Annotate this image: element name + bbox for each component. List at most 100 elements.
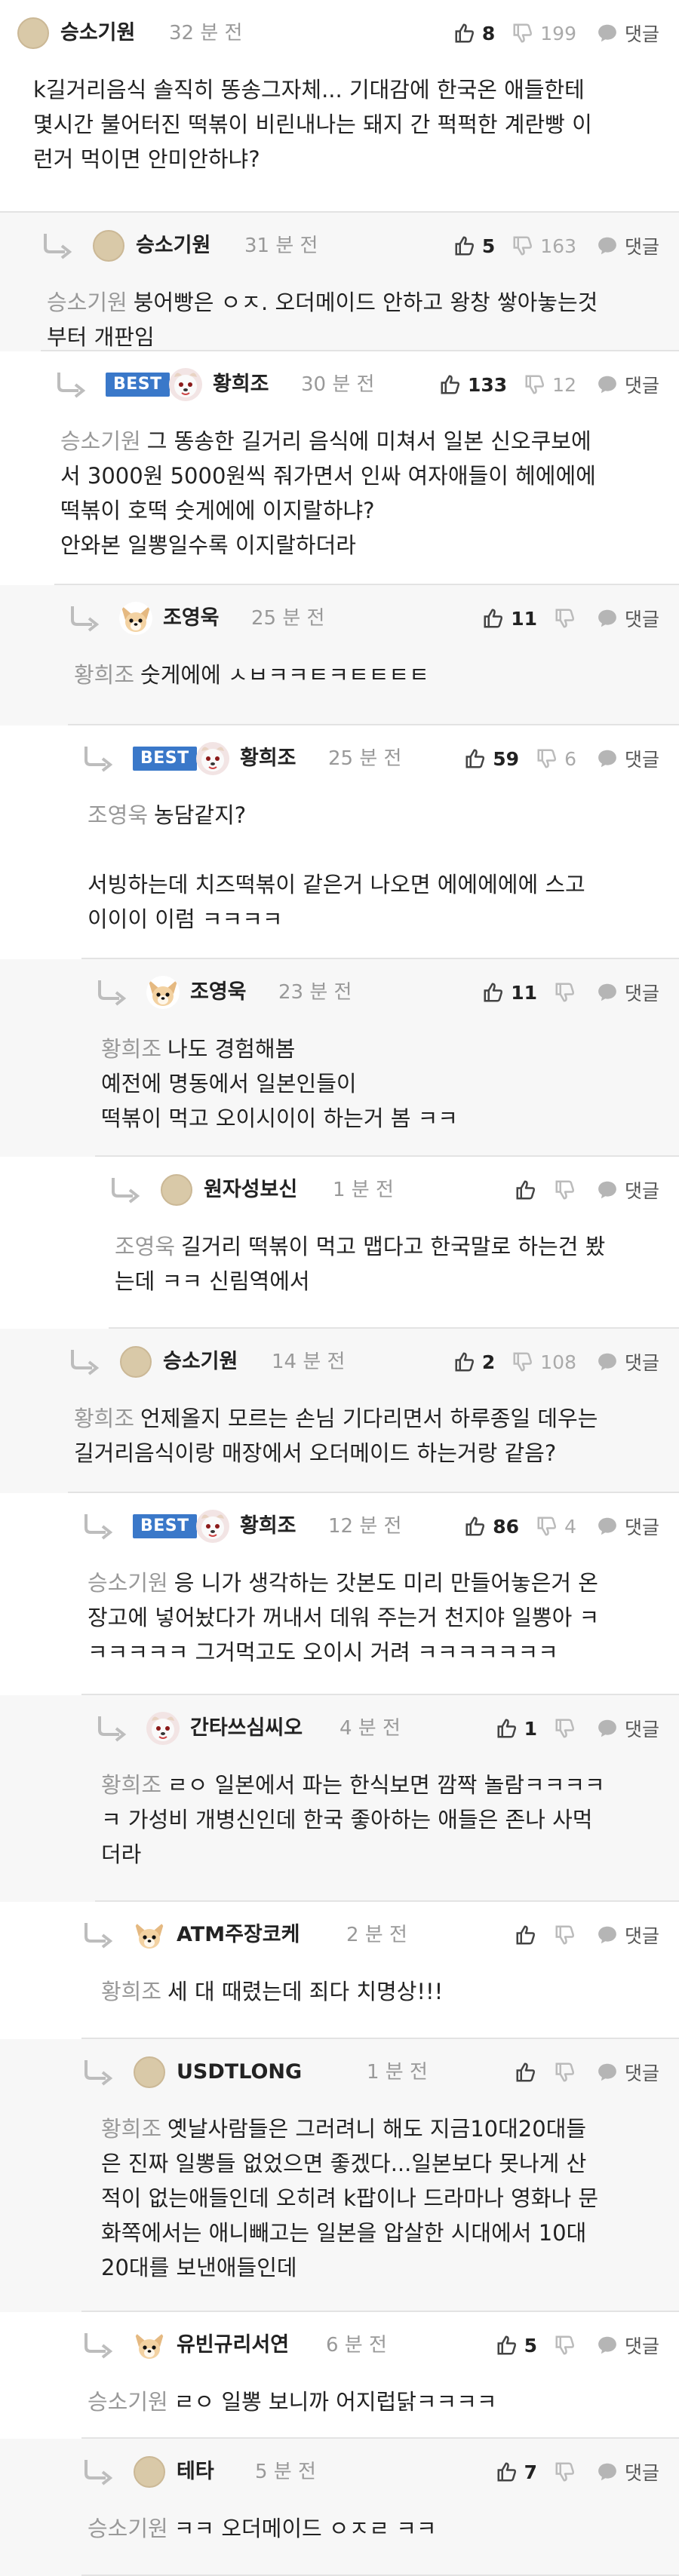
reply-button[interactable]: 댓글: [596, 2458, 659, 2486]
comment-author[interactable]: USDTLONG: [177, 2057, 302, 2087]
beige-dot-icon[interactable]: [17, 17, 50, 50]
comment-header: 승소기원 14 분 전 2 108 댓글: [0, 1329, 679, 1392]
comment-body: 황희조 숫게에에 ㅅㅂㅋㅋㅌㅋㅌㅌㅌㅌ: [74, 658, 659, 692]
dislike-count: 6: [564, 747, 576, 770]
reply-button[interactable]: 댓글: [596, 232, 659, 259]
dislike-button[interactable]: [554, 2061, 576, 2084]
comment-header: 조영욱 23 분 전 11 댓글: [0, 959, 679, 1023]
like-button[interactable]: 86: [464, 1515, 519, 1538]
comment-author[interactable]: 승소기원: [163, 1347, 238, 1377]
comment-actions: 86 4 댓글: [450, 1511, 659, 1541]
reply-button[interactable]: 댓글: [596, 979, 659, 1006]
comment-author[interactable]: ATM주장코케: [177, 1920, 300, 1950]
reply-button[interactable]: 댓글: [596, 1513, 659, 1540]
comment-text-line: 서빙하는데 치즈떡볶이 같은거 나오면 에에에에에 스고: [88, 867, 659, 902]
reply-button[interactable]: 댓글: [596, 1348, 659, 1375]
comment-author[interactable]: 황희조: [240, 744, 296, 774]
reply-arrow-icon: [81, 2330, 115, 2360]
reply-button[interactable]: 댓글: [596, 2332, 659, 2359]
chihuahua-avatar-icon[interactable]: [133, 1918, 166, 1952]
like-button[interactable]: 11: [482, 981, 537, 1004]
dislike-button[interactable]: [554, 607, 576, 630]
comment-author[interactable]: 유빈규리서연: [177, 2330, 289, 2360]
dislike-button[interactable]: [554, 981, 576, 1004]
mention-tag[interactable]: 황희조: [74, 662, 134, 688]
dog-avatar-icon[interactable]: [169, 368, 202, 401]
dislike-button[interactable]: [554, 1179, 576, 1201]
comment-author[interactable]: 승소기원: [136, 231, 210, 261]
mention-tag[interactable]: 황희조: [101, 1036, 161, 1062]
dog-avatar-icon[interactable]: [196, 1510, 229, 1543]
beige-dot-icon[interactable]: [133, 2455, 166, 2489]
like-button[interactable]: [515, 1179, 537, 1201]
chihuahua-avatar-icon[interactable]: [133, 2329, 166, 2362]
comment-time: 1 분 전: [333, 1179, 394, 1201]
comment-time: 6 분 전: [326, 2334, 387, 2357]
dog-avatar-icon[interactable]: [196, 742, 229, 775]
reply-button[interactable]: 댓글: [596, 20, 659, 47]
mention-tag[interactable]: 조영욱: [115, 1234, 175, 1259]
dislike-button[interactable]: [554, 1717, 576, 1740]
dislike-button[interactable]: 12: [524, 373, 576, 396]
like-button[interactable]: 7: [496, 2461, 537, 2483]
mention-tag[interactable]: 승소기원: [88, 2516, 168, 2541]
beige-dot-icon[interactable]: [119, 1345, 152, 1378]
like-button[interactable]: [515, 2061, 537, 2084]
mention-tag[interactable]: 승소기원: [88, 1570, 168, 1596]
comment-text: 부터 개판임: [47, 324, 155, 350]
thumbs-down-icon: [536, 1515, 558, 1538]
comment-time: 31 분 전: [244, 235, 318, 257]
dislike-button[interactable]: 6: [536, 747, 576, 770]
beige-dot-icon[interactable]: [160, 1173, 193, 1207]
dislike-button[interactable]: 108: [512, 1351, 576, 1373]
reply-button[interactable]: 댓글: [596, 1921, 659, 1949]
speech-bubble-icon: [596, 1515, 619, 1538]
mention-tag[interactable]: 승소기원: [88, 2389, 168, 2415]
beige-dot-icon[interactable]: [92, 229, 125, 262]
comment-author[interactable]: 황희조: [213, 370, 269, 400]
like-button[interactable]: 8: [453, 22, 495, 44]
like-button[interactable]: 2: [453, 1351, 495, 1373]
dislike-button[interactable]: 199: [512, 22, 576, 44]
mention-tag[interactable]: 승소기원: [60, 428, 141, 454]
reply-button[interactable]: 댓글: [596, 371, 659, 398]
dislike-button[interactable]: [554, 2461, 576, 2483]
reply-button[interactable]: 댓글: [596, 1715, 659, 1742]
reply-button[interactable]: 댓글: [596, 1176, 659, 1204]
comment-author[interactable]: 테타: [177, 2457, 214, 2487]
comment-author[interactable]: 조영욱: [190, 977, 247, 1007]
dislike-button[interactable]: 4: [536, 1515, 576, 1538]
dislike-button[interactable]: [554, 2334, 576, 2357]
dog-avatar-icon[interactable]: [146, 1712, 180, 1745]
thumbs-down-icon: [536, 747, 558, 770]
dislike-button[interactable]: 163: [512, 235, 576, 257]
comment-text-line: 런거 먹이면 안미안하냐?: [33, 142, 659, 176]
reply-button[interactable]: 댓글: [596, 745, 659, 772]
mention-tag[interactable]: 황희조: [101, 2116, 161, 2142]
chihuahua-avatar-icon[interactable]: [119, 602, 152, 635]
like-button[interactable]: 5: [453, 235, 495, 257]
speech-bubble-icon: [596, 607, 619, 630]
comment-author[interactable]: 원자성보신: [204, 1175, 297, 1205]
like-button[interactable]: 59: [464, 747, 519, 770]
comment-author[interactable]: 황희조: [240, 1511, 296, 1541]
thumbs-up-icon: [482, 981, 505, 1004]
like-button[interactable]: 1: [496, 1717, 537, 1740]
mention-tag[interactable]: 황희조: [101, 1772, 161, 1798]
comment-author[interactable]: 조영욱: [163, 603, 220, 633]
like-button[interactable]: [515, 1924, 537, 1946]
like-button[interactable]: 5: [496, 2334, 537, 2357]
like-button[interactable]: 11: [482, 607, 537, 630]
reply-button[interactable]: 댓글: [596, 2059, 659, 2086]
comment-author[interactable]: 승소기원: [60, 18, 135, 48]
chihuahua-avatar-icon[interactable]: [146, 976, 180, 1009]
like-button[interactable]: 133: [439, 373, 507, 396]
dislike-button[interactable]: [554, 1924, 576, 1946]
beige-dot-icon[interactable]: [133, 2056, 166, 2089]
mention-tag[interactable]: 승소기원: [47, 290, 128, 315]
mention-tag[interactable]: 황희조: [74, 1406, 134, 1431]
mention-tag[interactable]: 조영욱: [88, 802, 148, 828]
comment-author[interactable]: 간타쓰심씨오: [190, 1713, 303, 1743]
reply-button[interactable]: 댓글: [596, 605, 659, 632]
mention-tag[interactable]: 황희조: [101, 1979, 161, 2004]
